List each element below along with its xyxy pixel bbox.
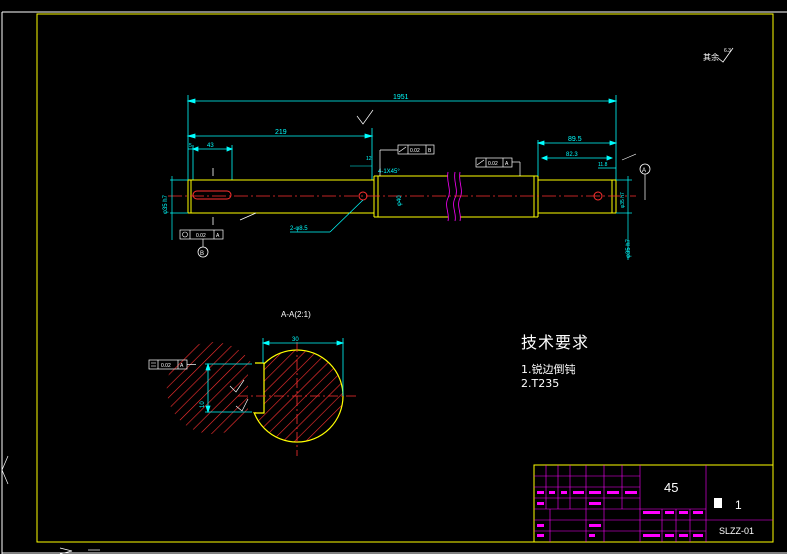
title-block-material: 45 [664, 480, 678, 495]
tolerance-frame-right: 0.02 A [475, 157, 521, 176]
tol-left-datum: A [216, 233, 220, 239]
datum-b-label: B [200, 251, 204, 257]
title-block: 45 1 SLZZ-01 [533, 464, 774, 543]
dim-keyway-length: 43 [207, 143, 214, 149]
section-cut-marks [212, 168, 257, 225]
dim-step-gap: 12 [366, 156, 372, 162]
tol-right-value: 0.02 [488, 161, 498, 167]
shaft-view: 1951 219 43 5 4-1X45° 12 0.02 B 0.02 A 8… [163, 94, 651, 260]
dim-right-inner: 82.3 [566, 152, 578, 158]
datum-a-label: A [642, 168, 646, 174]
title-block-scale: 1 [735, 498, 742, 512]
holes-callout: 2-φ8.5 [290, 199, 364, 233]
requirement-item-2: 2.T235 [521, 377, 560, 390]
drawing-canvas: 其余 6.3 1951 219 43 5 4-1X45° 12 0.02 B 0… [1, 11, 787, 554]
tolerance-frame-left: 0.02 A B [179, 229, 224, 258]
title-block-code: SLZZ-01 [719, 526, 754, 536]
section-view: A-A(2:1) 30 10 0.02 A [148, 310, 356, 456]
dim-right-tail: 11.8 [598, 162, 608, 168]
svg-text:6.3: 6.3 [724, 48, 731, 54]
right-dimensions [536, 140, 618, 176]
tol-right-datum: A [505, 161, 509, 167]
callout-diameter-right: φ35 h7 [626, 238, 632, 258]
roughness-note-label: 其余 [703, 52, 719, 62]
tol-mid-value: 0.02 [410, 148, 420, 154]
roughness-note: 其余 6.3 [703, 47, 734, 63]
requirements-title: 技术要求 [521, 333, 590, 352]
dim-left-section: 219 [275, 129, 287, 136]
break-lines [446, 171, 462, 222]
dim-section-key: 10 [200, 401, 206, 408]
callout-diameter-mid: φ40 [397, 195, 403, 206]
diameter-left-lines [170, 176, 188, 240]
keyway-slot [192, 190, 232, 200]
dim-small-gap: 5 [189, 143, 192, 149]
dim-overall-length: 1951 [393, 94, 409, 101]
requirement-item-1: 1.锐边倒钝 [521, 363, 576, 376]
keyway-dimension [188, 145, 234, 180]
section-tol-value: 0.02 [161, 363, 171, 369]
section-title: A-A(2:1) [281, 310, 311, 319]
callout-diameter-left: φ35 h7 [163, 194, 169, 214]
callout-holes: 2-φ8.5 [290, 226, 308, 232]
scale-glyph-icon [714, 498, 722, 508]
overall-dimension [186, 95, 618, 180]
roughness-symbol-mid [356, 109, 374, 125]
dim-right-length: 89.5 [568, 136, 582, 143]
datum-a-marker: A [621, 153, 651, 200]
tol-mid-datum: B [428, 148, 432, 154]
tol-left-value: 0.02 [196, 233, 206, 239]
callout-chamfer: 4-1X45° [378, 169, 400, 175]
diameter-right-inner: φ35 h7 [620, 192, 626, 208]
dim-section-width: 30 [292, 337, 299, 343]
edge-artifacts [1, 455, 100, 554]
keyway-cut [248, 364, 264, 412]
